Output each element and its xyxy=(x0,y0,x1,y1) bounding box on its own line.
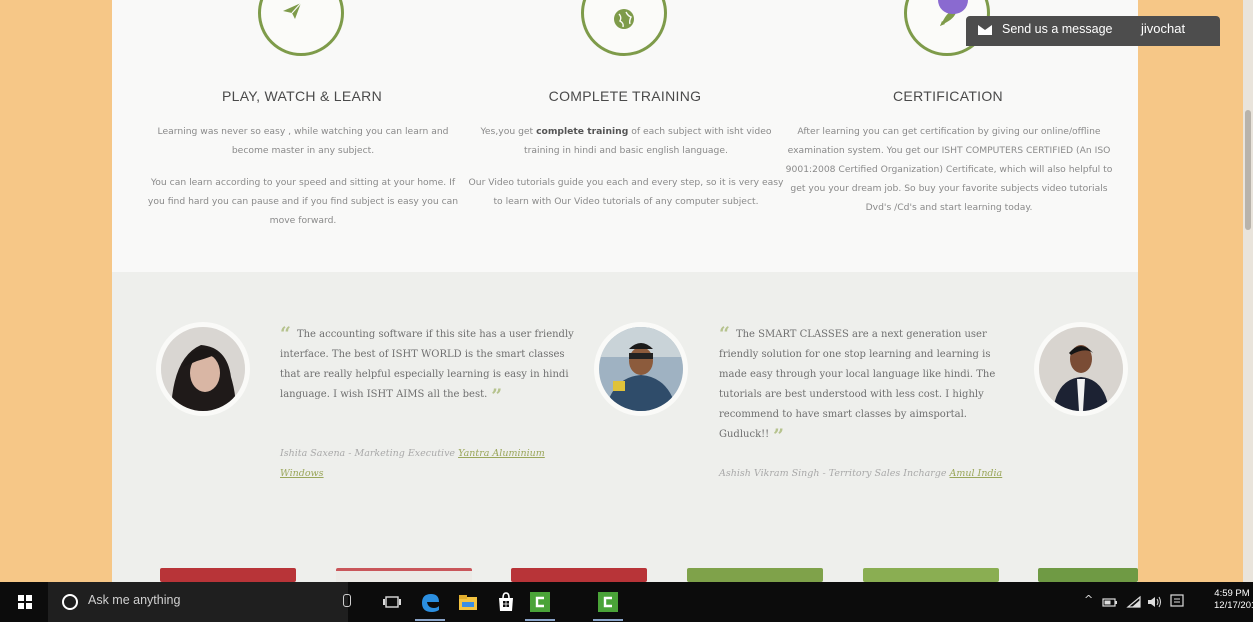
cortana-search-box[interactable]: Ask me anything xyxy=(48,582,348,622)
product-thumbnail[interactable] xyxy=(863,568,999,582)
page-content: PLAY, WATCH & LEARN Learning was never s… xyxy=(112,0,1138,582)
product-thumbnail[interactable] xyxy=(1038,568,1138,582)
cortana-icon xyxy=(62,594,78,610)
author-name: Ashish Vikram Singh - Territory Sales In… xyxy=(719,468,950,479)
paper-plane-icon xyxy=(258,0,344,56)
microphone-icon[interactable] xyxy=(343,594,351,607)
avatar xyxy=(156,322,250,416)
feature-paragraph: Learning was never so easy , while watch… xyxy=(157,126,449,156)
feature-title: PLAY, WATCH & LEARN xyxy=(221,88,382,104)
testimonial-author: Ishita Saxena - Marketing Executive Yant… xyxy=(280,444,580,484)
volume-icon[interactable] xyxy=(1146,595,1162,609)
mail-icon xyxy=(978,25,992,35)
battery-icon[interactable] xyxy=(1102,595,1118,609)
globe-icon xyxy=(581,0,667,56)
feature-description: Yes,you get complete training of each su… xyxy=(467,122,785,224)
store-icon[interactable] xyxy=(494,590,518,614)
scrollbar[interactable] xyxy=(1243,0,1253,582)
feature-paragraph: You can learn according to your speed an… xyxy=(147,177,459,226)
testimonial-text: The accounting software if this site has… xyxy=(280,329,574,400)
product-thumbnail[interactable] xyxy=(511,568,647,582)
wifi-icon[interactable] xyxy=(1126,595,1142,609)
clock-time: 4:59 PM xyxy=(1214,588,1250,599)
task-view-icon[interactable] xyxy=(380,590,404,614)
right-page-margin xyxy=(1138,0,1253,582)
feature-text-bold: complete training xyxy=(536,126,629,137)
feature-title: COMPLETE TRAINING xyxy=(548,88,702,104)
edge-active-indicator xyxy=(415,619,445,621)
feature-paragraph: Yes,you get complete training of each su… xyxy=(467,122,785,160)
taskbar: Ask me anything ^ 4:59 PM 12/17/20 xyxy=(0,582,1253,622)
product-thumbnail[interactable] xyxy=(687,568,823,582)
quote-open-icon: “ xyxy=(280,323,291,345)
quote-close-icon: ” xyxy=(773,425,785,447)
avatar xyxy=(594,322,688,416)
author-name: Ishita Saxena - Marketing Executive xyxy=(280,448,459,459)
feature-description: Learning was never so easy , while watch… xyxy=(144,122,462,243)
left-page-margin xyxy=(0,0,112,582)
scrollbar-thumb[interactable] xyxy=(1245,110,1251,230)
chat-brand: jivochat xyxy=(1141,21,1186,36)
testimonials-section: “The accounting software if this site ha… xyxy=(112,272,1138,582)
chat-send-label[interactable]: Send us a message xyxy=(1002,22,1113,36)
testimonial-text: The SMART CLASSES are a next generation … xyxy=(719,329,996,440)
system-clock[interactable]: 4:59 PM 12/17/2015 xyxy=(1214,588,1253,612)
avatar xyxy=(1034,322,1128,416)
quote-close-icon: ” xyxy=(491,385,503,407)
feature-paragraph: After learning you can get certification… xyxy=(785,126,1113,213)
feature-title: CERTIFICATION xyxy=(893,88,1003,104)
camtasia-icon[interactable] xyxy=(528,590,552,614)
feature-text-part: Yes,you get xyxy=(480,126,537,137)
company-link[interactable]: Amul India xyxy=(950,468,1003,479)
feature-description: After learning you can get certification… xyxy=(784,122,1114,230)
quote-open-icon: “ xyxy=(719,323,730,345)
camtasia-recorder-icon[interactable] xyxy=(596,590,620,614)
testimonial-quote: “The SMART CLASSES are a next generation… xyxy=(719,324,1019,446)
chat-widget[interactable]: Send us a message jivochat xyxy=(966,16,1220,46)
testimonial-author: Ashish Vikram Singh - Territory Sales In… xyxy=(719,464,1019,484)
chevron-up-icon[interactable]: ^ xyxy=(1084,593,1093,606)
camtasia-active-indicator xyxy=(525,619,555,621)
notification-center-icon[interactable] xyxy=(1169,593,1185,609)
edge-browser-icon[interactable] xyxy=(418,590,442,614)
feature-paragraph: Our Video tutorials guide you each and e… xyxy=(468,177,784,207)
product-thumbnail[interactable] xyxy=(336,568,472,582)
clock-date: 12/17/2015 xyxy=(1214,600,1253,611)
testimonial-quote: “The accounting software if this site ha… xyxy=(280,324,580,406)
product-thumbnail[interactable] xyxy=(160,568,296,582)
search-placeholder: Ask me anything xyxy=(88,593,181,607)
windows-start-icon[interactable] xyxy=(18,595,32,609)
file-explorer-icon[interactable] xyxy=(456,590,480,614)
camtasia-recorder-active-indicator xyxy=(593,619,623,621)
